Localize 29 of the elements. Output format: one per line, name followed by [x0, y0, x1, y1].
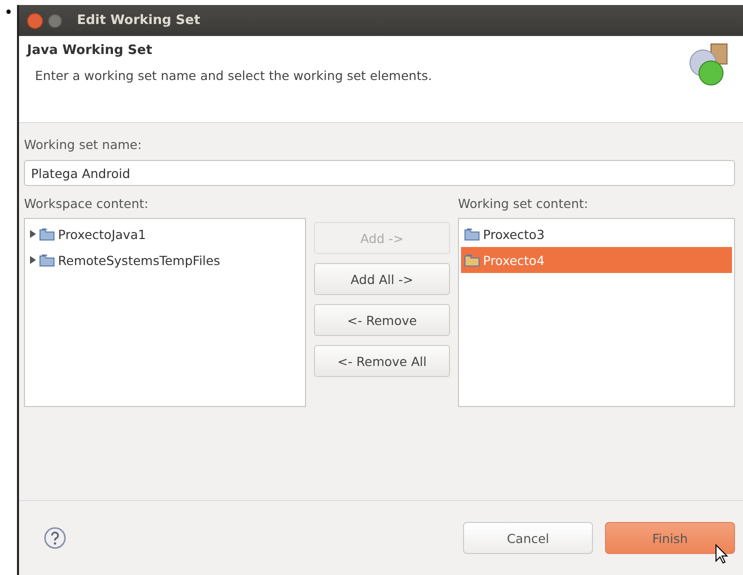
folder-icon [39, 253, 55, 267]
item-label: RemoteSystemsTempFiles [58, 252, 220, 268]
folder-icon [39, 227, 55, 241]
item-label: ProxectoJava1 [58, 226, 146, 242]
minimize-button[interactable] [48, 14, 62, 28]
name-input-field[interactable]: Platega Android [24, 160, 735, 186]
expand-arrow-icon[interactable] [30, 256, 36, 264]
page-title: Java Working Set [27, 43, 154, 58]
close-button[interactable] [27, 12, 43, 28]
field-label: Working set name: [24, 137, 143, 152]
list-label: Workspace content: [24, 196, 150, 211]
folder-icon [464, 253, 480, 267]
tree-item[interactable]: ProxectoJava1 [27, 221, 303, 247]
item-label: Proxecto4 [483, 252, 545, 268]
page-description: Enter a working set name and select the working set elements. [34, 68, 433, 83]
transfer-button[interactable]: <- Remove All [314, 345, 450, 377]
mouse-cursor-icon [715, 544, 729, 564]
folder-icon [464, 227, 480, 241]
transfer-button[interactable]: <- Remove [314, 304, 450, 336]
cancel-button[interactable]: Cancel [463, 522, 593, 554]
expand-arrow-icon[interactable] [30, 230, 36, 238]
list-label: Working set content: [458, 196, 590, 211]
list-bullet: • [4, 3, 12, 23]
tree-item[interactable]: RemoteSystemsTempFiles [27, 247, 303, 273]
transfer-button[interactable]: Add All -> [314, 263, 450, 295]
item-label: Proxecto3 [483, 226, 545, 242]
list-item[interactable]: Proxecto3 [461, 221, 732, 247]
help-icon[interactable] [44, 527, 66, 549]
window-title: Edit Working Set [77, 13, 200, 28]
